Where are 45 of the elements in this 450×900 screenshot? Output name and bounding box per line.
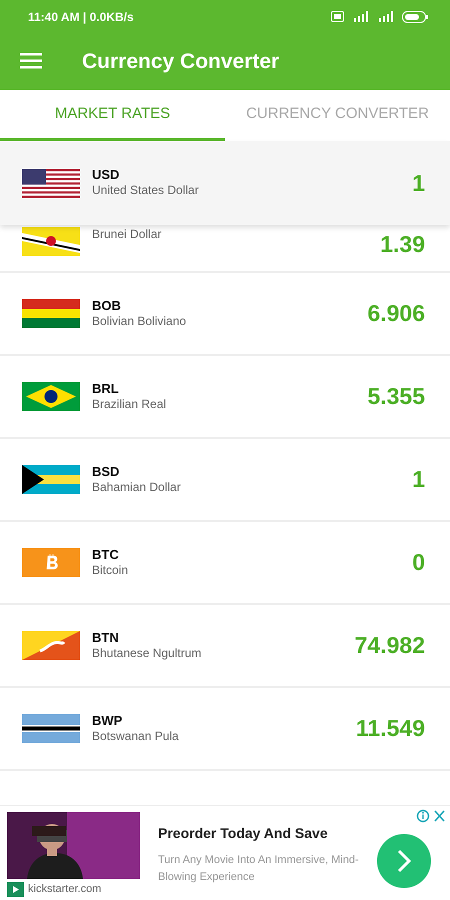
rate-value: 5.355 (367, 382, 425, 412)
rate-value: 6.906 (367, 299, 425, 328)
signal-icon (377, 11, 394, 22)
currency-code: BTN (92, 630, 120, 646)
bitcoin-icon (22, 548, 80, 577)
rate-value: 1 (412, 465, 425, 494)
rate-value: 1 (412, 168, 425, 198)
currency-name: Bhutanese Ngultrum (92, 646, 202, 662)
sim-icon (331, 11, 344, 22)
currency-code: BSD (92, 464, 120, 480)
app-title: Currency Converter (82, 48, 280, 75)
rate-value: 0 (412, 548, 425, 578)
currency-code: USD (92, 167, 120, 183)
flag-icon (22, 382, 80, 411)
flag-icon (22, 227, 80, 256)
flag-icon (22, 465, 80, 494)
us-flag-icon (22, 168, 80, 198)
rate-value: 1.39 (380, 230, 425, 259)
status-time: 11:40 AM | 0.0KB/s (28, 8, 134, 26)
currency-name: Bahamian Dollar (92, 480, 181, 496)
currency-code: BTC (92, 546, 120, 562)
ad-description: Turn Any Movie Into An Immersive, Mind-Blowing Experience (158, 853, 360, 884)
currency-code: BOB (92, 298, 122, 314)
ad-headline: Preorder Today And Save (158, 824, 328, 843)
currency-name: Bitcoin (92, 562, 128, 578)
ad-choices-icon (416, 809, 446, 823)
signal-icon (352, 11, 369, 22)
play-icon (7, 882, 24, 897)
ad-open-button[interactable] (377, 834, 431, 888)
currency-name: Botswanan Pula (92, 728, 179, 744)
flag-icon (22, 299, 80, 328)
flag-icon (22, 631, 80, 660)
currency-name: United States Dollar (92, 183, 199, 199)
rate-value: 74.982 (354, 631, 425, 660)
currency-code: BWP (92, 712, 124, 728)
flag-icon (22, 714, 80, 743)
currency-name: Bolivian Boliviano (92, 314, 186, 330)
battery-icon (402, 10, 428, 22)
ad-domain: kickstarter.com (28, 882, 102, 897)
currency-code: BRL (92, 380, 120, 396)
currency-name: Brunei Dollar (92, 227, 162, 243)
rate-value: 11.549 (356, 714, 425, 744)
chevron-right-icon (396, 848, 412, 874)
currency-name: Brazilian Real (92, 396, 166, 412)
menu-icon (20, 53, 42, 70)
